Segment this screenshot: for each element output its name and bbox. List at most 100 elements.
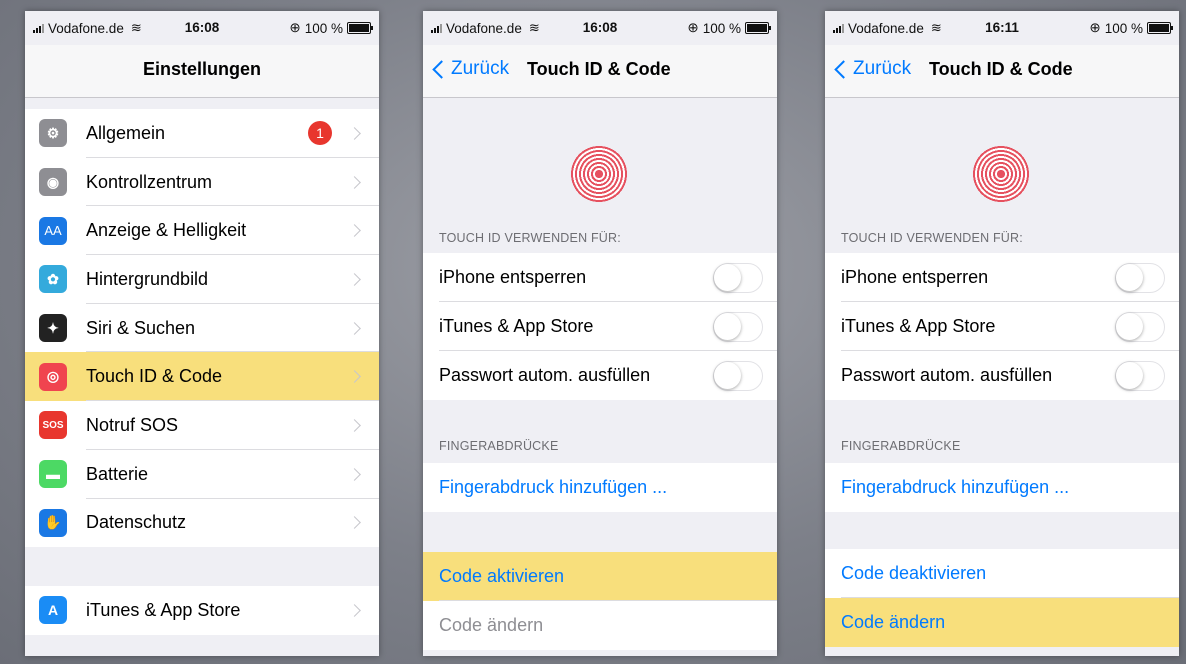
settings-item-kontrollzentrum[interactable]: ◉ Kontrollzentrum bbox=[25, 158, 379, 207]
toggle-row-itunes: iTunes & App Store bbox=[423, 302, 777, 351]
fingerprint-group: Fingerabdruck hinzufügen ... bbox=[825, 463, 1179, 512]
settings-item-label: Kontrollzentrum bbox=[86, 171, 213, 192]
settings-screen: Vodafone.de ≋ 16:08 ⊕ 100 % Einstellunge… bbox=[25, 11, 379, 656]
fingerprint-icon bbox=[971, 144, 1031, 204]
battery-percent: 100 % bbox=[702, 20, 741, 36]
fingerprint-group: Fingerabdruck hinzufügen ... bbox=[423, 463, 777, 512]
settings-item-hintergrundbild[interactable]: ✿ Hintergrundbild bbox=[25, 255, 379, 304]
chevron-right-icon bbox=[348, 516, 361, 530]
itunes-app-store-switch[interactable] bbox=[1115, 311, 1165, 342]
chevron-right-icon bbox=[348, 467, 361, 481]
iphone-unlock-switch[interactable] bbox=[1115, 262, 1165, 293]
change-code-button[interactable]: Code ändern bbox=[825, 598, 1179, 647]
deactivate-code-label: Code deaktivieren bbox=[841, 563, 987, 583]
chevron-right-icon bbox=[348, 419, 361, 432]
battery-percent: 100 % bbox=[304, 20, 343, 36]
status-bar: Vodafone.de ≋ 16:08 ⊕ 100 % bbox=[25, 11, 379, 45]
change-code-label: Code ändern bbox=[841, 612, 946, 632]
toggle-label: iTunes & App Store bbox=[439, 316, 594, 336]
section-header-fingerprints: FINGERABDRÜCKE bbox=[439, 439, 559, 453]
status-bar: Vodafone.de ≋ 16:08 ⊕ 100 % bbox=[423, 11, 777, 45]
section-header-touch-id: TOUCH ID VERWENDEN FÜR: bbox=[439, 231, 621, 245]
settings-item-label: Anzeige & Helligkeit bbox=[86, 220, 247, 241]
toggle-label: iTunes & App Store bbox=[841, 316, 996, 336]
back-label: Zurück bbox=[853, 58, 912, 79]
app-store-icon: A bbox=[39, 596, 67, 625]
activate-code-button[interactable]: Code aktivieren bbox=[423, 552, 777, 601]
settings-item-batterie[interactable]: ▬ Batterie bbox=[25, 450, 379, 499]
toggle-label: Passwort autom. ausfüllen bbox=[439, 365, 651, 385]
add-fingerprint-label: Fingerabdruck hinzufügen ... bbox=[841, 477, 1070, 497]
settings-list: ⚙ Allgemein 1 ◉ Kontrollzentrum AA Anzei… bbox=[25, 109, 379, 548]
toggle-row-iphone-entsperren: iPhone entsperren bbox=[825, 253, 1179, 302]
fingerprint-icon: ◎ bbox=[39, 362, 67, 391]
touch-id-toggles: iPhone entsperren iTunes & App Store Pas… bbox=[825, 253, 1179, 400]
orientation-lock-icon: ⊕ bbox=[1089, 20, 1101, 35]
settings-item-datenschutz[interactable]: ✋ Datenschutz bbox=[25, 499, 379, 548]
add-fingerprint-button[interactable]: Fingerabdruck hinzufügen ... bbox=[423, 463, 777, 512]
toggle-row-itunes: iTunes & App Store bbox=[825, 302, 1179, 351]
settings-item-label: Siri & Suchen bbox=[86, 317, 196, 338]
itunes-app-store-switch[interactable] bbox=[713, 311, 763, 342]
activate-code-label: Code aktivieren bbox=[439, 566, 565, 586]
page-title: Touch ID & Code bbox=[929, 59, 1073, 79]
flower-icon: ✿ bbox=[39, 265, 67, 294]
settings-item-anzeige[interactable]: AA Anzeige & Helligkeit bbox=[25, 206, 379, 256]
battery-icon bbox=[745, 22, 771, 34]
toggle-row-iphone-entsperren: iPhone entsperren bbox=[423, 253, 777, 302]
section-header-fingerprints: FINGERABDRÜCKE bbox=[841, 439, 961, 453]
text-size-icon: AA bbox=[39, 216, 67, 245]
deactivate-code-button[interactable]: Code deaktivieren bbox=[825, 549, 1179, 598]
status-bar: Vodafone.de ≋ 16:11 ⊕ 100 % bbox=[825, 11, 1179, 45]
settings-item-touch-id[interactable]: ◎ Touch ID & Code bbox=[25, 352, 379, 402]
settings-item-label: Hintergrundbild bbox=[86, 268, 209, 289]
gear-icon: ⚙ bbox=[39, 119, 67, 148]
chevron-right-icon bbox=[348, 175, 361, 189]
settings-item-itunes-app-store[interactable]: A iTunes & App Store bbox=[25, 586, 379, 635]
page-title: Einstellungen bbox=[142, 59, 261, 79]
toggle-label: iPhone entsperren bbox=[841, 267, 989, 287]
iphone-unlock-switch[interactable] bbox=[713, 262, 763, 293]
chevron-right-icon bbox=[348, 273, 361, 286]
password-autofill-switch[interactable] bbox=[1115, 360, 1165, 391]
nav-bar: Zurück Touch ID & Code bbox=[825, 45, 1179, 98]
hand-icon: ✋ bbox=[39, 508, 67, 537]
battery-percent: 100 % bbox=[1104, 20, 1143, 36]
touch-id-toggles: iPhone entsperren iTunes & App Store Pas… bbox=[423, 253, 777, 400]
add-fingerprint-button[interactable]: Fingerabdruck hinzufügen ... bbox=[825, 463, 1179, 512]
toggle-label: Passwort autom. ausfüllen bbox=[841, 365, 1053, 385]
password-autofill-switch[interactable] bbox=[713, 360, 763, 391]
touch-id-screen-1: Vodafone.de ≋ 16:08 ⊕ 100 % Zurück Touch… bbox=[423, 11, 777, 656]
chevron-right-icon bbox=[348, 603, 361, 617]
settings-item-allgemein[interactable]: ⚙ Allgemein 1 bbox=[25, 109, 379, 158]
add-fingerprint-label: Fingerabdruck hinzufügen ... bbox=[439, 477, 668, 497]
toggles-icon: ◉ bbox=[39, 168, 67, 197]
settings-item-label: Batterie bbox=[86, 463, 149, 484]
page-title: Touch ID & Code bbox=[527, 59, 671, 79]
back-button[interactable]: Zurück bbox=[431, 58, 509, 80]
chevron-right-icon bbox=[348, 126, 361, 140]
change-code-button[interactable]: Code ändern bbox=[423, 601, 777, 650]
settings-item-label: Touch ID & Code bbox=[86, 366, 223, 387]
toggle-row-password-autofill: Passwort autom. ausfüllen bbox=[825, 351, 1179, 400]
touch-id-screen-2: Vodafone.de ≋ 16:11 ⊕ 100 % Zurück Touch… bbox=[825, 11, 1179, 656]
siri-icon: ✦ bbox=[39, 314, 67, 343]
toggle-row-password-autofill: Passwort autom. ausfüllen bbox=[423, 351, 777, 400]
notification-badge: 1 bbox=[308, 121, 332, 146]
settings-item-label: Allgemein bbox=[86, 122, 166, 143]
nav-bar: Zurück Touch ID & Code bbox=[423, 45, 777, 98]
settings-item-label: Datenschutz bbox=[86, 512, 187, 533]
store-group: A iTunes & App Store bbox=[25, 586, 379, 635]
sos-icon: SOS bbox=[39, 411, 67, 440]
settings-item-notruf-sos[interactable]: SOS Notruf SOS bbox=[25, 401, 379, 450]
nav-bar: Einstellungen bbox=[25, 45, 379, 98]
back-button[interactable]: Zurück bbox=[833, 58, 911, 80]
battery-icon bbox=[347, 22, 373, 34]
settings-item-siri[interactable]: ✦ Siri & Suchen bbox=[25, 304, 379, 353]
settings-item-label: Notruf SOS bbox=[86, 414, 179, 435]
code-group: Code deaktivieren Code ändern bbox=[825, 549, 1179, 647]
battery-icon bbox=[1147, 22, 1173, 34]
code-group: Code aktivieren Code ändern bbox=[423, 552, 777, 650]
chevron-left-icon bbox=[834, 59, 853, 79]
battery-icon: ▬ bbox=[39, 460, 67, 489]
